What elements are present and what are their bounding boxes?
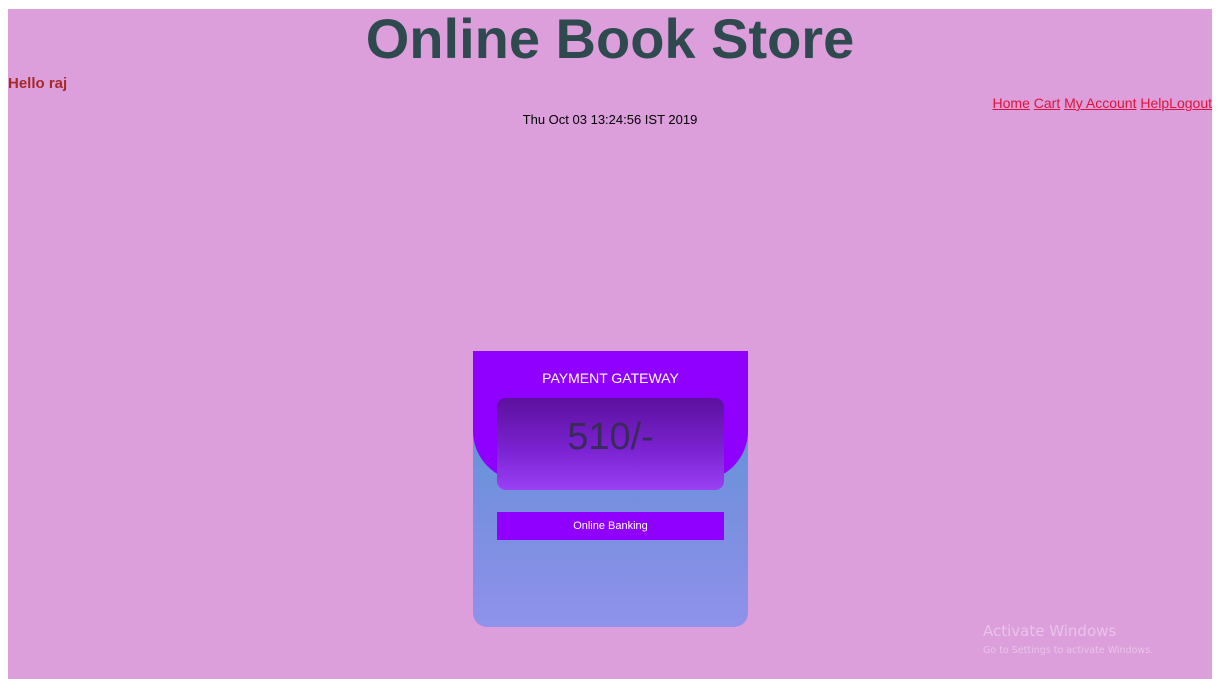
nav-my-account-link[interactable]: My Account bbox=[1064, 95, 1136, 111]
payment-amount: 510/- bbox=[567, 416, 654, 458]
activate-windows-watermark: Activate Windows Go to Settings to activ… bbox=[983, 621, 1153, 658]
top-nav: Home Cart My Account HelpLogout bbox=[993, 95, 1212, 111]
nav-home-link[interactable]: Home bbox=[993, 95, 1030, 111]
page: Online Book Store Hello raj Home Cart My… bbox=[8, 9, 1212, 679]
user-greeting: Hello raj bbox=[8, 75, 68, 92]
watermark-title: Activate Windows bbox=[983, 622, 1117, 640]
site-title: Online Book Store bbox=[365, 7, 855, 70]
payment-gateway-title: PAYMENT GATEWAY bbox=[542, 370, 679, 386]
online-banking-button[interactable]: Online Banking bbox=[497, 512, 724, 540]
current-datetime: Thu Oct 03 13:24:56 IST 2019 bbox=[522, 112, 698, 127]
payment-card: PAYMENT GATEWAY 510/- Online Banking bbox=[473, 351, 748, 627]
nav-logout-link[interactable]: Logout bbox=[1169, 95, 1212, 111]
amount-panel: 510/- bbox=[497, 398, 724, 490]
nav-help-link[interactable]: Help bbox=[1140, 95, 1169, 111]
watermark-subtitle: Go to Settings to activate Windows. bbox=[983, 645, 1154, 656]
nav-cart-link[interactable]: Cart bbox=[1034, 95, 1060, 111]
